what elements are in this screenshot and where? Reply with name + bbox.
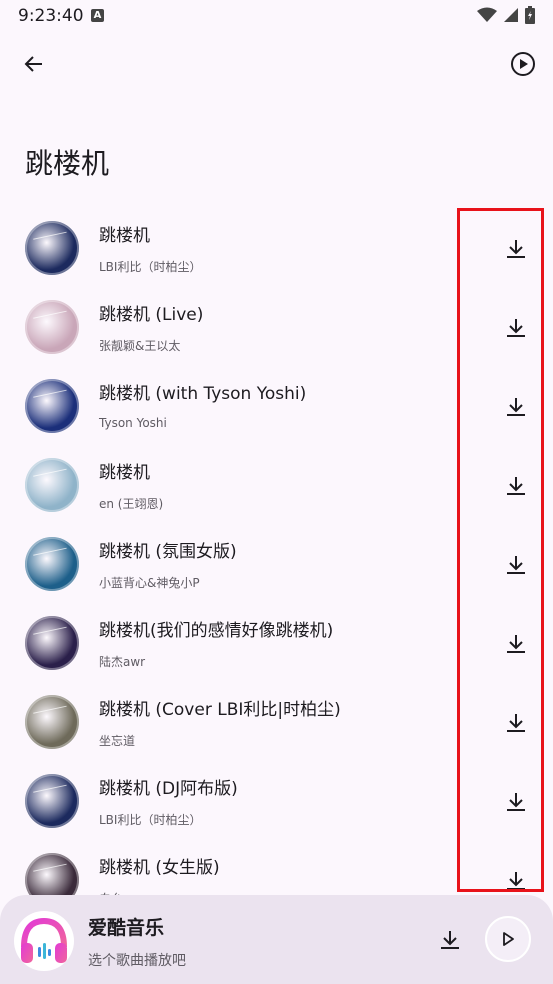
song-row[interactable]: 跳楼机(我们的感情好像跳楼机) 陆杰awr — [0, 604, 553, 683]
download-icon — [507, 477, 525, 495]
song-row[interactable]: 跳楼机 (Live) 张靓颖&王以太 — [0, 288, 553, 367]
player-title: 爱酷音乐 — [88, 917, 165, 939]
song-title: 跳楼机 (女生版) — [99, 858, 220, 878]
song-title: 跳楼机 (DJ阿布版) — [99, 779, 238, 799]
download-icon — [507, 635, 525, 653]
signal-icon — [504, 8, 518, 22]
song-title: 跳楼机 (氛围女版) — [99, 542, 237, 562]
song-title: 跳楼机 — [99, 226, 150, 246]
album-cover — [25, 458, 79, 512]
headphones-logo-icon — [14, 911, 74, 971]
download-icon — [507, 240, 525, 258]
album-cover — [25, 695, 79, 749]
battery-icon — [525, 6, 535, 24]
player-subtitle: 选个歌曲播放吧 — [88, 953, 186, 969]
download-icon — [507, 398, 525, 416]
song-title: 跳楼机 (with Tyson Yoshi) — [99, 384, 307, 404]
player-play-button[interactable] — [485, 916, 531, 962]
song-artist: 陆杰awr — [99, 655, 146, 669]
mini-player[interactable]: 爱酷音乐 选个歌曲播放吧 — [0, 895, 553, 984]
download-icon — [507, 319, 525, 337]
play-circle-icon — [511, 52, 535, 76]
album-cover — [25, 616, 79, 670]
song-title: 跳楼机(我们的感情好像跳楼机) — [99, 621, 334, 641]
album-cover — [25, 774, 79, 828]
wifi-icon — [477, 7, 497, 22]
song-title: 跳楼机 (Cover LBI利比|时柏尘) — [99, 700, 341, 720]
download-button[interactable] — [496, 308, 536, 348]
album-cover — [25, 379, 79, 433]
song-artist: 坐忘道 — [99, 734, 136, 748]
status-bar: 9:23:40 A — [0, 0, 553, 32]
song-artist: LBI利比（时柏尘） — [99, 813, 202, 827]
download-icon — [507, 793, 525, 811]
song-artist: en (王翊恩) — [99, 497, 164, 511]
album-cover — [25, 221, 79, 275]
song-row[interactable]: 跳楼机 (女生版) 白允 — [0, 841, 553, 895]
download-button[interactable] — [496, 861, 536, 895]
song-artist: 张靓颖&王以太 — [99, 339, 181, 353]
song-row[interactable]: 跳楼机 LBI利比（时柏尘） — [0, 209, 553, 288]
album-cover — [25, 853, 79, 895]
download-button[interactable] — [496, 624, 536, 664]
song-artist: 小蓝背心&神兔小P — [99, 576, 200, 590]
song-row[interactable]: 跳楼机 (氛围女版) 小蓝背心&神兔小P — [0, 525, 553, 604]
status-icons — [477, 6, 535, 24]
download-button[interactable] — [496, 466, 536, 506]
song-list[interactable]: 跳楼机 LBI利比（时柏尘） 跳楼机 (Live) 张靓颖&王以太 跳楼机 (w… — [0, 209, 553, 895]
download-icon — [441, 931, 459, 949]
page-title: 跳楼机 — [25, 147, 110, 180]
download-icon — [507, 872, 525, 890]
download-icon — [507, 714, 525, 732]
notification-icon: A — [91, 9, 104, 22]
song-row[interactable]: 跳楼机 (with Tyson Yoshi) Tyson Yoshi — [0, 367, 553, 446]
song-artist: Tyson Yoshi — [99, 416, 167, 430]
status-time: 9:23:40 — [18, 6, 84, 26]
screen: 9:23:40 A 跳楼机 跳楼机 LBI利比（时柏尘） 跳楼机 (Live) … — [0, 0, 553, 984]
play-icon — [503, 932, 514, 946]
song-row[interactable]: 跳楼机 en (王翊恩) — [0, 446, 553, 525]
song-title: 跳楼机 — [99, 463, 150, 483]
song-artist: LBI利比（时柏尘） — [99, 260, 202, 274]
player-download-button[interactable] — [430, 920, 470, 960]
song-row[interactable]: 跳楼机 (Cover LBI利比|时柏尘) 坐忘道 — [0, 683, 553, 762]
back-button[interactable] — [14, 44, 54, 84]
play-all-button[interactable] — [503, 44, 543, 84]
song-title: 跳楼机 (Live) — [99, 305, 204, 325]
download-button[interactable] — [496, 545, 536, 585]
album-cover — [25, 300, 79, 354]
download-button[interactable] — [496, 387, 536, 427]
download-icon — [507, 556, 525, 574]
arrow-left-icon — [24, 56, 42, 72]
download-button[interactable] — [496, 782, 536, 822]
download-button[interactable] — [496, 703, 536, 743]
album-cover — [25, 537, 79, 591]
download-button[interactable] — [496, 229, 536, 269]
song-row[interactable]: 跳楼机 (DJ阿布版) LBI利比（时柏尘） — [0, 762, 553, 841]
